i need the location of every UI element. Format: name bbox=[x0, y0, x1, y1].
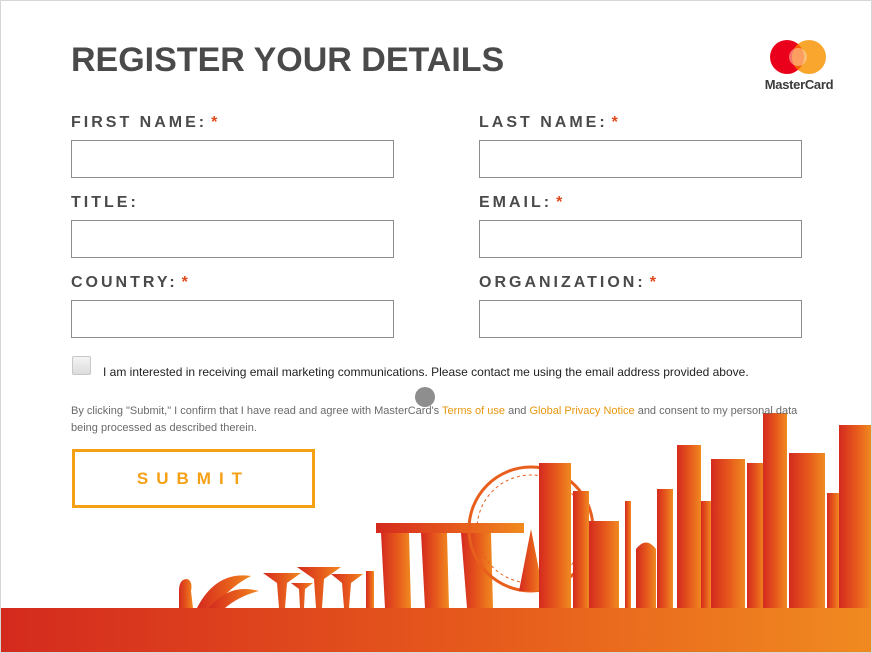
registration-page: REGISTER YOUR DETAILS MasterCard FIRST N… bbox=[0, 0, 872, 653]
marketing-checkbox-label: I am interested in receiving email marke… bbox=[103, 365, 749, 379]
organization-label-text: ORGANIZATION: bbox=[479, 274, 646, 291]
first-name-label-text: FIRST NAME: bbox=[71, 114, 208, 131]
first-name-label: FIRST NAME: * bbox=[71, 114, 220, 132]
required-mark: * bbox=[181, 274, 191, 291]
email-input[interactable] bbox=[479, 220, 802, 258]
email-label: EMAIL: * bbox=[479, 194, 565, 212]
title-label: TITLE: bbox=[71, 194, 139, 212]
legal-text: By clicking "Submit," I confirm that I h… bbox=[71, 405, 443, 417]
submit-button[interactable]: SUBMIT bbox=[72, 449, 315, 508]
country-label: COUNTRY: * bbox=[71, 274, 191, 292]
first-name-input[interactable] bbox=[71, 140, 394, 178]
title-label-text: TITLE: bbox=[71, 194, 139, 211]
last-name-label: LAST NAME: * bbox=[479, 114, 621, 132]
last-name-input[interactable] bbox=[479, 140, 802, 178]
brand-name: MasterCard bbox=[764, 77, 834, 92]
mastercard-logo-icon: MasterCard bbox=[759, 37, 839, 97]
terms-of-use-link[interactable]: Terms of use bbox=[442, 405, 505, 417]
legal-text: and bbox=[505, 405, 530, 417]
country-input[interactable] bbox=[71, 300, 394, 338]
title-input[interactable] bbox=[71, 220, 394, 258]
legal-notice: By clicking "Submit," I confirm that I h… bbox=[71, 403, 801, 437]
organization-label: ORGANIZATION: * bbox=[479, 274, 659, 292]
last-name-label-text: LAST NAME: bbox=[479, 114, 608, 131]
marketing-checkbox[interactable] bbox=[72, 356, 91, 375]
required-mark: * bbox=[556, 194, 566, 211]
mastercard-circles-icon bbox=[770, 40, 826, 74]
privacy-notice-link[interactable]: Global Privacy Notice bbox=[529, 405, 634, 417]
email-label-text: EMAIL: bbox=[479, 194, 553, 211]
page-title: REGISTER YOUR DETAILS bbox=[71, 41, 505, 79]
required-mark: * bbox=[211, 114, 221, 131]
organization-input[interactable] bbox=[479, 300, 802, 338]
country-label-text: COUNTRY: bbox=[71, 274, 178, 291]
required-mark: * bbox=[649, 274, 659, 291]
required-mark: * bbox=[611, 114, 621, 131]
